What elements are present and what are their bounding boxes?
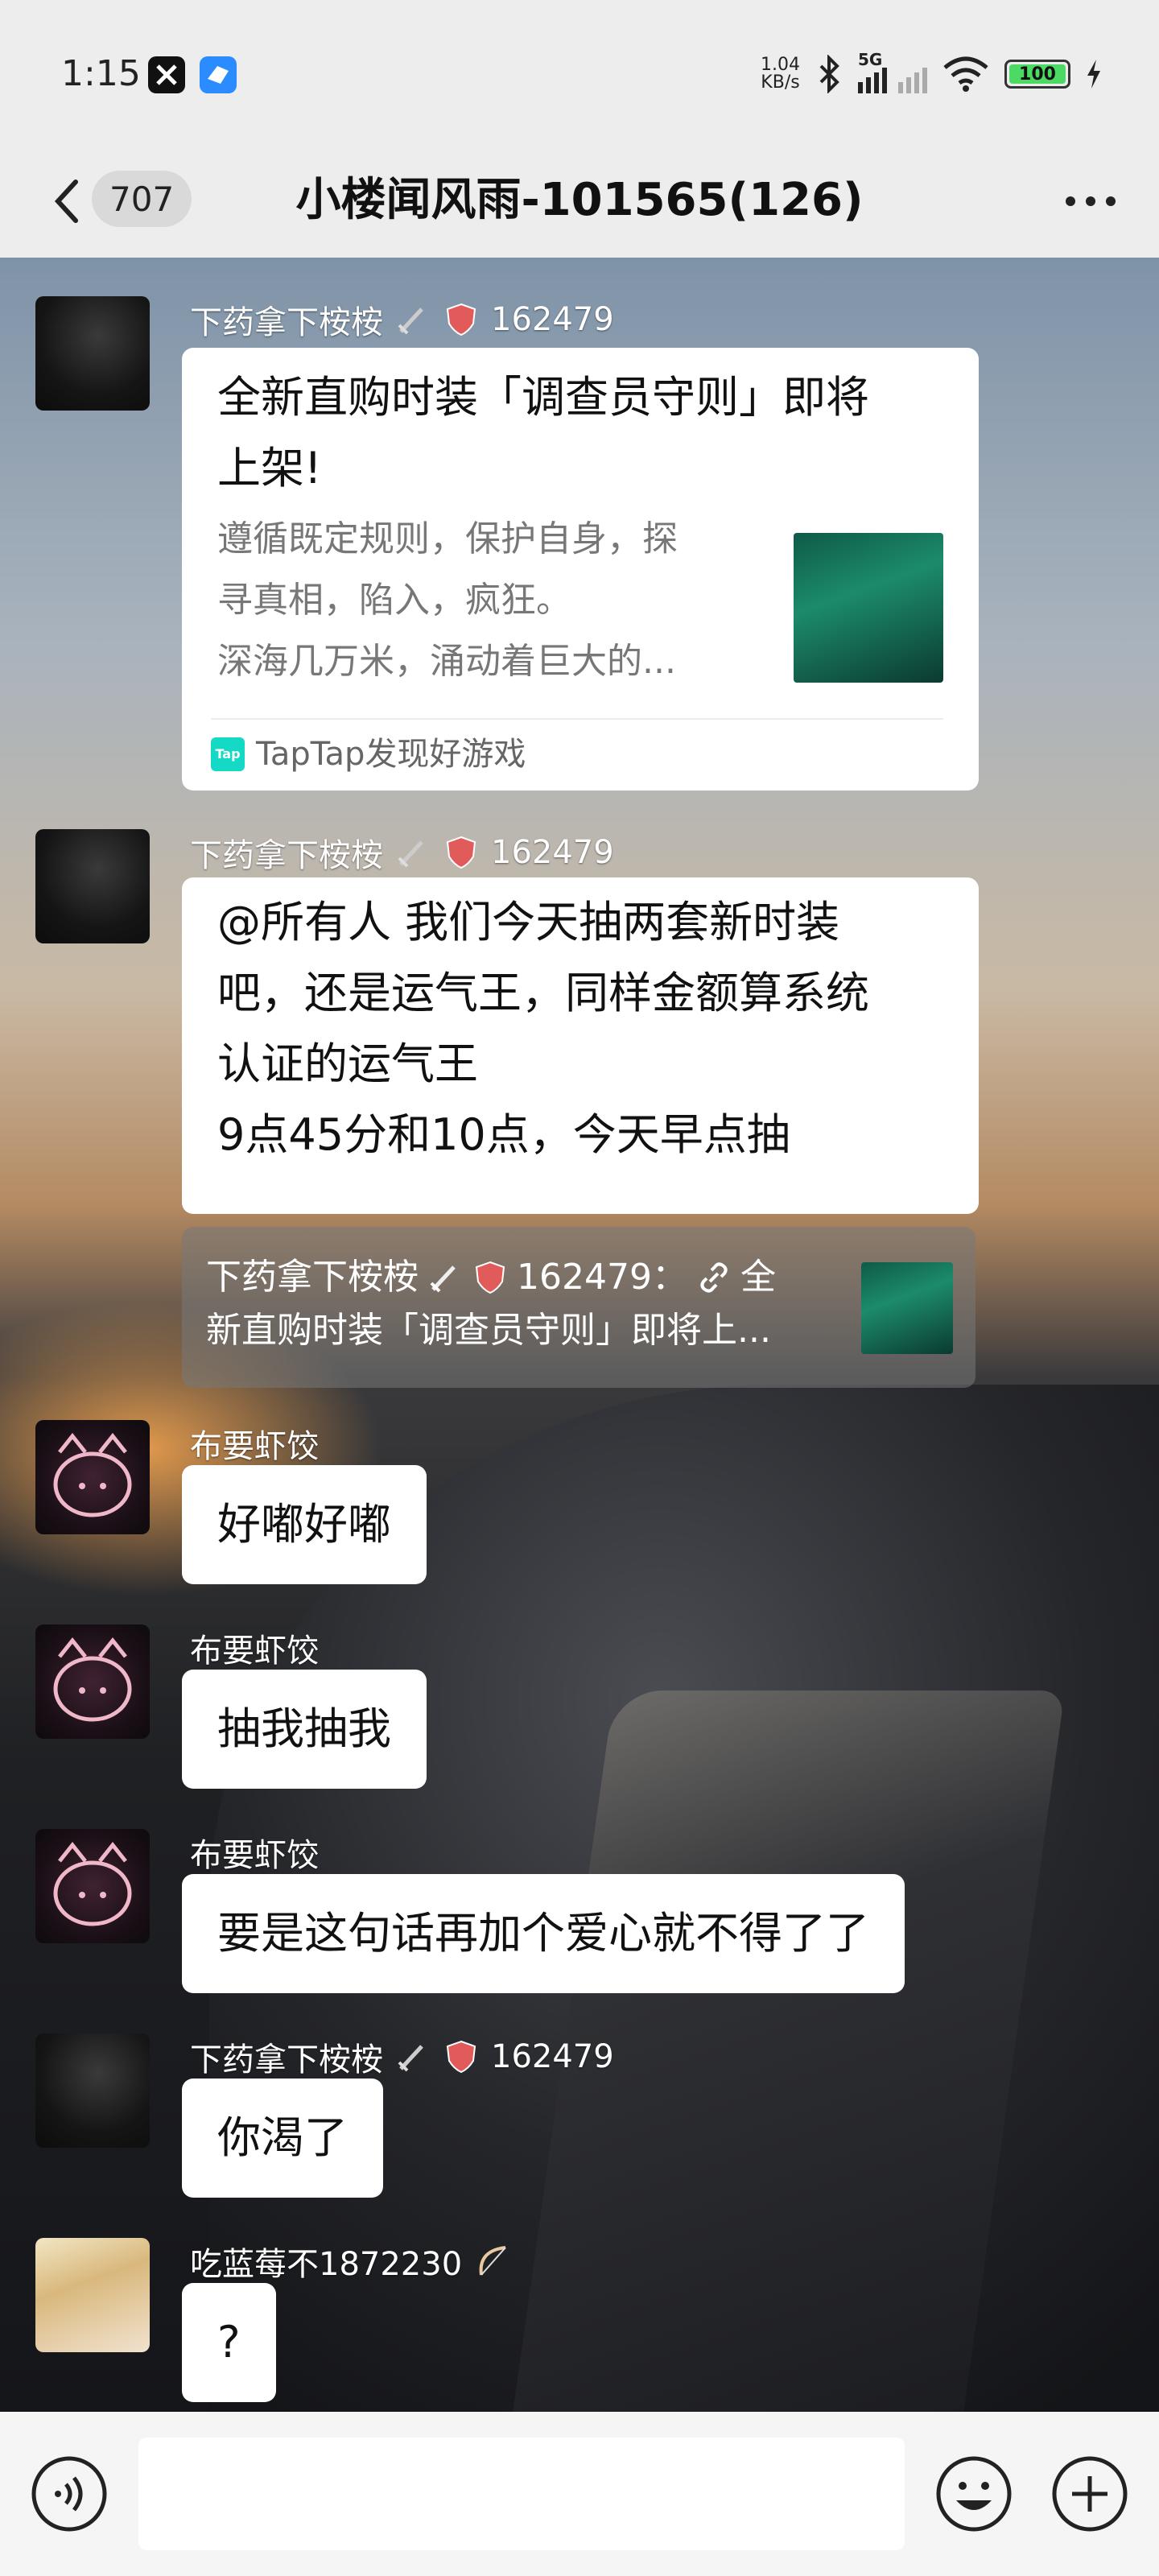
network-speed: 1.04 KB/s xyxy=(761,56,800,92)
sender-label: 布要虾饺 xyxy=(190,1837,319,1874)
pig-avatar-icon xyxy=(53,1432,132,1517)
sword-icon xyxy=(430,1265,456,1293)
avatar[interactable] xyxy=(35,2238,150,2352)
emoji-icon[interactable] xyxy=(934,2454,1014,2534)
message-line: @所有人 我们今天抽两套新时装 xyxy=(217,897,840,947)
shield-icon xyxy=(446,836,476,869)
message-line: 吧，还是运气王，同样金额算系统 xyxy=(217,968,869,1018)
message-bubble[interactable]: 要是这句话再加个爱心就不得了了 xyxy=(182,1874,905,1993)
pig-avatar-icon xyxy=(53,1841,132,1926)
message-input[interactable] xyxy=(138,2438,905,2550)
message-line: 认证的运气王 xyxy=(217,1038,478,1089)
more-options-icon[interactable] xyxy=(1054,177,1127,225)
cell-signal-icon: 5G xyxy=(858,50,927,93)
sender-name: 吃蓝莓不1872230 xyxy=(190,2238,510,2285)
chat-header: 707 小楼闻风雨-101565(126) xyxy=(0,145,1159,258)
network-type: 5G xyxy=(858,50,883,69)
card-title-line1: 全新直购时装「调查员守则」即将 xyxy=(217,372,869,423)
clock: 1:15 xyxy=(61,53,141,94)
avatar[interactable] xyxy=(35,2033,150,2148)
sender-id: 162479 xyxy=(491,834,614,871)
card-desc-line3: 深海几万米，涌动着巨大的... xyxy=(217,641,676,682)
shield-icon xyxy=(446,2040,476,2074)
voice-input-icon[interactable] xyxy=(29,2454,109,2534)
bow-icon xyxy=(479,2246,506,2276)
card-desc-line1: 遵循既定规则，保护自身，探 xyxy=(217,518,678,559)
avatar[interactable] xyxy=(35,1420,150,1534)
message-line: 9点45分和10点，今天早点抽 xyxy=(217,1109,790,1160)
charging-icon xyxy=(1087,60,1100,89)
sender-label: 下药拿下桉桉 xyxy=(190,304,383,341)
avatar[interactable] xyxy=(35,829,150,943)
bird-app-icon xyxy=(200,56,237,93)
wifi-icon xyxy=(943,56,988,92)
card-title-line2: 上架! xyxy=(217,443,322,493)
network-speed-unit: KB/s xyxy=(761,72,800,93)
avatar[interactable] xyxy=(35,296,150,411)
sword-icon xyxy=(398,308,423,335)
input-bar xyxy=(0,2412,1159,2576)
chat-title[interactable]: 小楼闻风雨-101565(126) xyxy=(290,172,869,229)
sender-name: 布要虾饺 xyxy=(190,1420,319,1467)
sender-name: 布要虾饺 xyxy=(190,1829,319,1876)
sender-label: 吃蓝莓不1872230 xyxy=(190,2246,463,2283)
sender-label: 下药拿下桉桉 xyxy=(190,837,383,874)
quote-sender: 下药拿下桉桉 xyxy=(206,1257,419,1298)
sender-name: 布要虾饺 xyxy=(190,1624,319,1671)
unread-count-badge[interactable]: 707 xyxy=(92,171,192,227)
avatar[interactable] xyxy=(35,1829,150,1943)
back-arrow-icon[interactable] xyxy=(45,169,93,233)
sender-label: 下药拿下桉桉 xyxy=(190,2041,383,2079)
message-bubble[interactable]: 你渴了 xyxy=(182,2079,383,2198)
quote-line1-tail: 全 xyxy=(740,1257,776,1298)
link-card[interactable]: 全新直购时装「调查员守则」即将 上架! 遵循既定规则，保护自身，探 寻真相，陷入… xyxy=(182,348,979,791)
sword-icon xyxy=(398,2045,423,2072)
pig-avatar-icon xyxy=(53,1637,132,1722)
sender-name: 下药拿下桉桉 162479 xyxy=(190,2033,614,2080)
x-app-icon xyxy=(148,56,185,93)
message-bubble[interactable]: 好嘟好嘟 xyxy=(182,1465,427,1584)
message-bubble[interactable]: @所有人 我们今天抽两套新时装 吧，还是运气王，同样金额算系统 认证的运气王 9… xyxy=(182,877,979,1214)
status-bar: 1:15 1.04 KB/s 5G 100 xyxy=(0,0,1159,145)
card-desc-line2: 寻真相，陷入，疯狂。 xyxy=(217,580,571,621)
taptap-logo: Tap xyxy=(211,737,245,771)
sender-id: 162479 xyxy=(491,2038,614,2075)
sender-label: 布要虾饺 xyxy=(190,1633,319,1670)
avatar[interactable] xyxy=(35,1624,150,1739)
message-bubble[interactable]: 抽我抽我 xyxy=(182,1670,427,1789)
card-description: 遵循既定规则，保护自身，探 寻真相，陷入，疯狂。 深海几万米，涌动着巨大的... xyxy=(217,509,765,692)
sender-name: 下药拿下桉桉 162479 xyxy=(190,829,614,876)
network-speed-value: 1.04 xyxy=(761,55,800,75)
shield-icon xyxy=(446,303,476,336)
quoted-message[interactable]: 下药拿下桉桉 162479： 全 新直购时装「调查员守则」即将上... xyxy=(182,1227,975,1388)
quote-thumbnail xyxy=(861,1262,953,1354)
chat-background[interactable]: 下药拿下桉桉 162479 全新直购时装「调查员守则」即将 上架! 遵循既定规则… xyxy=(0,258,1159,2412)
sword-icon xyxy=(398,840,423,868)
link-icon xyxy=(700,1262,728,1293)
card-source-label: TapTap发现好游戏 xyxy=(256,736,526,773)
battery-level: 100 xyxy=(1009,64,1066,85)
card-thumbnail xyxy=(794,533,943,683)
quote-line1: 下药拿下桉桉 162479： 全 xyxy=(206,1251,798,1304)
quote-sender-id: 162479： xyxy=(517,1257,687,1298)
card-source: Tap TapTap发现好游戏 xyxy=(211,718,943,789)
sender-label: 布要虾饺 xyxy=(190,1428,319,1465)
sender-name: 下药拿下桉桉 162479 xyxy=(190,296,614,343)
sender-id: 162479 xyxy=(491,301,614,338)
plus-icon[interactable] xyxy=(1050,2454,1130,2534)
quote-line2: 新直购时装「调查员守则」即将上... xyxy=(206,1310,771,1351)
message-bubble[interactable]: ? xyxy=(182,2283,276,2402)
shield-icon xyxy=(475,1261,505,1294)
bluetooth-icon xyxy=(819,55,839,93)
battery-icon: 100 xyxy=(1004,60,1070,89)
